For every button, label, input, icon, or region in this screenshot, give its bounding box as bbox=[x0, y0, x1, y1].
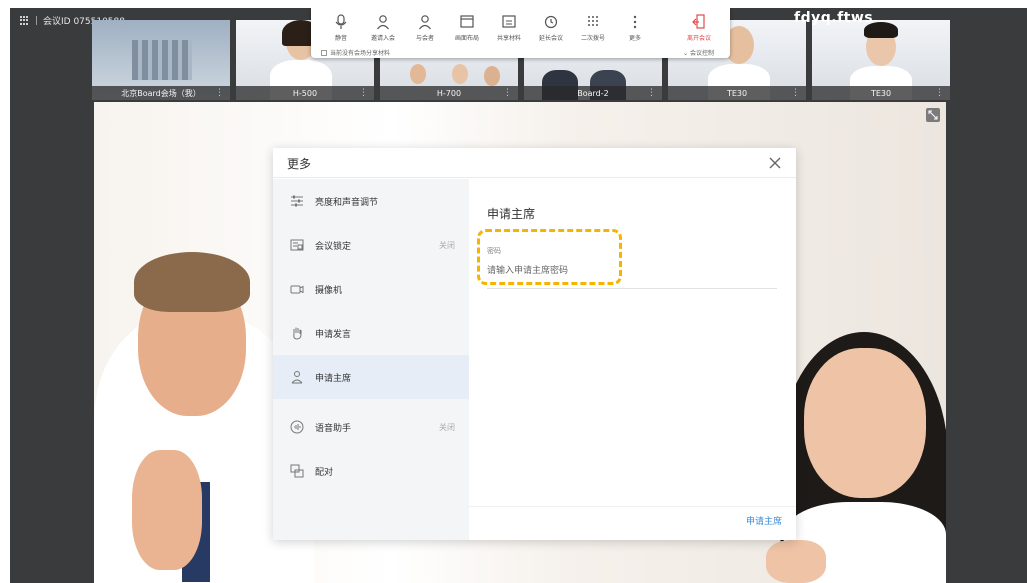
footer-divider bbox=[469, 506, 796, 507]
grid-icon[interactable] bbox=[20, 15, 30, 26]
menu-item-label: 亮度和声音调节 bbox=[315, 197, 379, 208]
toolbar-label: 共享材料 bbox=[496, 35, 521, 42]
participants-button[interactable]: 与会者 bbox=[405, 14, 445, 42]
brand-logo: fdyq.ftws bbox=[794, 10, 874, 26]
more-icon[interactable]: ⋮ bbox=[359, 88, 368, 98]
voice-assistant-icon bbox=[289, 419, 305, 435]
menu-item-camera[interactable]: 摄像机 bbox=[273, 267, 469, 311]
pair-icon bbox=[289, 463, 305, 479]
more-icon bbox=[633, 15, 637, 29]
more-icon[interactable]: ⋮ bbox=[503, 88, 512, 98]
divider bbox=[36, 16, 37, 25]
menu-item-label: 申请发言 bbox=[315, 329, 352, 340]
menu-item-brightness-sound[interactable]: 亮度和声音调节 bbox=[273, 179, 469, 223]
participant-face bbox=[452, 64, 468, 84]
thumbnail-label: 北京Board会场（我） bbox=[92, 86, 230, 100]
participant-thumbnail[interactable]: TE30 ⋮ bbox=[812, 20, 950, 100]
add-person-icon bbox=[377, 15, 389, 30]
hand-icon bbox=[289, 325, 305, 341]
layout-icon bbox=[460, 15, 474, 28]
thumbnail-label: TE30 bbox=[668, 86, 806, 100]
thumbnail-label: H-700 bbox=[380, 86, 518, 100]
menu-item-label: 语音助手 bbox=[315, 423, 352, 434]
menu-item-value: 关闭 bbox=[439, 240, 455, 250]
share-icon bbox=[502, 15, 516, 28]
request-chair-panel: 申请主席 密码 申请主席 bbox=[469, 179, 796, 540]
menu-item-label: 摄像机 bbox=[315, 285, 343, 296]
meeting-control-link[interactable]: ⌄ 会议控制 bbox=[683, 48, 714, 57]
share-status-text: 当前没有会场分享材料 bbox=[330, 50, 391, 57]
more-button[interactable]: 更多 bbox=[615, 14, 655, 42]
dialpad-button[interactable]: 二次拨号 bbox=[573, 14, 613, 42]
leave-meeting-button[interactable]: 离开会议 bbox=[679, 14, 719, 42]
thumbnail-label: TE30 bbox=[812, 86, 950, 100]
thumbnail-label: Board-2 bbox=[524, 86, 662, 100]
share-status-icon bbox=[321, 49, 327, 56]
lock-icon bbox=[289, 237, 305, 253]
share-status: 当前没有会场分享材料 bbox=[321, 48, 390, 57]
menu-item-pair[interactable]: 配对 bbox=[273, 449, 469, 493]
dialog-header: 更多 bbox=[273, 148, 796, 178]
leave-icon bbox=[692, 14, 705, 29]
man-thumb bbox=[132, 450, 202, 570]
menu-item-voice-assistant[interactable]: 语音助手 关闭 bbox=[273, 405, 469, 449]
toolbar-label: 二次拨号 bbox=[580, 35, 605, 42]
menu-item-label: 会议锁定 bbox=[315, 241, 352, 252]
password-label: 密码 bbox=[487, 247, 501, 255]
toolbar-label: 与会者 bbox=[415, 35, 434, 42]
toolbar-label: 静音 bbox=[334, 35, 347, 42]
thumbnail-label: H-500 bbox=[236, 86, 374, 100]
clock-icon bbox=[544, 15, 558, 29]
dialog-menu: 亮度和声音调节 会议锁定 关闭 摄像机 申请发言 申请主席 语音助手 关闭 配对 bbox=[273, 179, 469, 540]
toolbar-label: 画面布局 bbox=[454, 35, 479, 42]
sliders-icon bbox=[289, 193, 305, 209]
share-button[interactable]: 共享材料 bbox=[489, 14, 529, 42]
input-underline bbox=[487, 288, 777, 289]
dialpad-icon bbox=[588, 16, 598, 26]
apply-chair-button[interactable]: 申请主席 bbox=[746, 514, 782, 527]
extend-meeting-button[interactable]: 延长会议 bbox=[531, 14, 571, 42]
close-icon[interactable] bbox=[768, 156, 782, 170]
city-view bbox=[132, 40, 192, 80]
toolbar-label: 更多 bbox=[628, 35, 641, 42]
meeting-toolbar: 静音 邀请入会 与会者 画面布局 共享材料 延长会议 二次拨号 更多 离开会议 … bbox=[311, 8, 730, 58]
mute-button[interactable]: 静音 bbox=[321, 14, 361, 42]
menu-item-request-speak[interactable]: 申请发言 bbox=[273, 311, 469, 355]
camera-icon bbox=[289, 281, 305, 297]
chevron-down-icon: ⌄ bbox=[683, 50, 690, 57]
menu-item-label: 申请主席 bbox=[315, 373, 352, 384]
participant-face bbox=[410, 64, 426, 84]
toolbar-label: 邀请入会 bbox=[370, 35, 395, 42]
invite-button[interactable]: 邀请入会 bbox=[363, 14, 403, 42]
woman-face bbox=[804, 348, 926, 498]
more-icon[interactable]: ⋮ bbox=[215, 88, 224, 98]
layout-button[interactable]: 画面布局 bbox=[447, 14, 487, 42]
expand-button[interactable] bbox=[926, 108, 940, 122]
more-icon[interactable]: ⋮ bbox=[935, 88, 944, 98]
expand-icon bbox=[928, 110, 938, 120]
menu-item-meeting-lock[interactable]: 会议锁定 关闭 bbox=[273, 223, 469, 267]
man-hair bbox=[134, 252, 250, 312]
more-dialog: 更多 亮度和声音调节 会议锁定 关闭 摄像机 申请发言 申请主席 语音助手 关闭… bbox=[273, 148, 796, 540]
more-icon[interactable]: ⋮ bbox=[791, 88, 800, 98]
menu-item-value: 关闭 bbox=[439, 422, 455, 432]
password-input[interactable] bbox=[487, 263, 777, 279]
more-icon[interactable]: ⋮ bbox=[647, 88, 656, 98]
dialog-title: 更多 bbox=[287, 157, 312, 171]
panel-title: 申请主席 bbox=[487, 207, 536, 221]
chair-person-icon bbox=[289, 369, 305, 385]
microphone-icon bbox=[335, 14, 347, 29]
menu-item-request-chair[interactable]: 申请主席 bbox=[273, 355, 469, 399]
participants-icon bbox=[419, 15, 431, 30]
participant-face bbox=[484, 66, 500, 86]
menu-item-label: 配对 bbox=[315, 467, 334, 478]
toolbar-label: 延长会议 bbox=[538, 35, 563, 42]
participant-thumbnail[interactable]: 北京Board会场（我） ⋮ bbox=[92, 20, 230, 100]
meeting-control-label: 会议控制 bbox=[689, 50, 714, 57]
woman-thumb bbox=[766, 540, 826, 583]
toolbar-label: 离开会议 bbox=[686, 35, 711, 42]
video-conference-screen: 会议ID 075510588 北京Board会场（我） ⋮ H-500 ⋮ H-… bbox=[10, 8, 1027, 583]
